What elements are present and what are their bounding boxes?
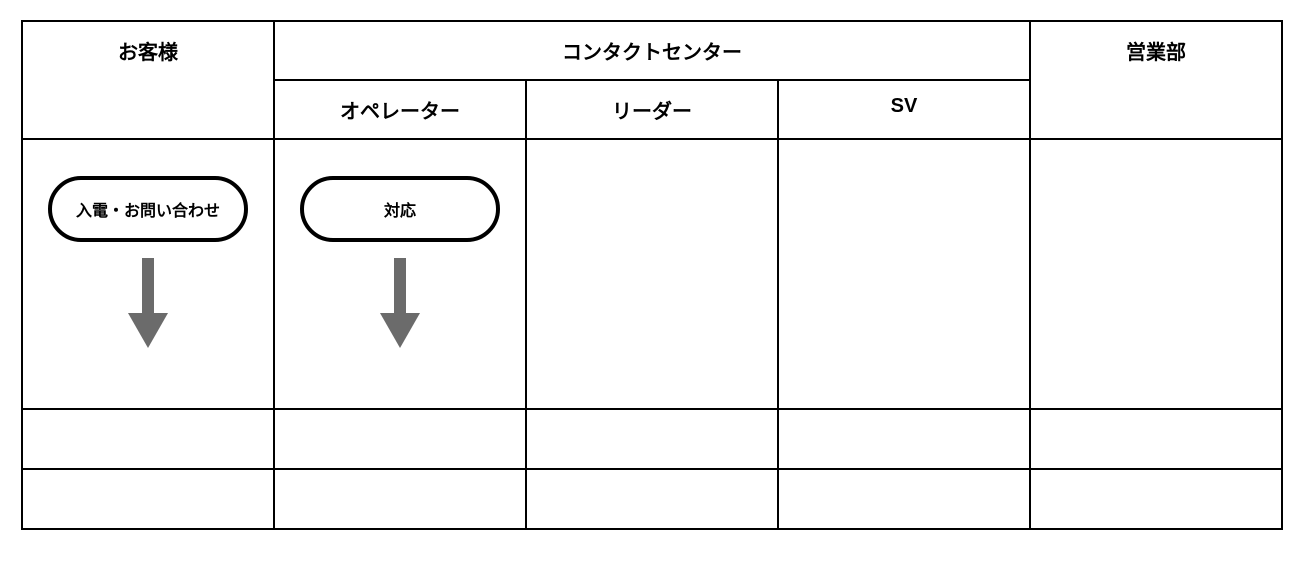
terminator-handle: 対応 — [300, 176, 500, 242]
lane-header-contact-center: コンタクトセンター — [274, 21, 1030, 80]
lane-leader-body — [526, 139, 778, 409]
lane-header-operator: オペレーター — [274, 80, 526, 139]
lane-operator-body: 対応 — [274, 139, 526, 409]
lane-sv-body — [778, 139, 1030, 409]
lane-sales-body — [1030, 139, 1282, 409]
body-row: 入電・お問い合わせ 対応 — [22, 139, 1282, 409]
lane-customer-body: 入電・お問い合わせ — [22, 139, 274, 409]
terminator-incoming-label: 入電・お問い合わせ — [76, 197, 220, 221]
terminator-incoming: 入電・お問い合わせ — [48, 176, 248, 242]
swimlane-diagram: お客様 コンタクトセンター 営業部 オペレーター リーダー SV 入電・お問い合… — [21, 20, 1281, 530]
tail-row — [22, 469, 1282, 529]
arrow-down-icon — [380, 258, 420, 348]
arrow-down-icon — [128, 258, 168, 348]
lane-header-leader: リーダー — [526, 80, 778, 139]
swimlane-table: お客様 コンタクトセンター 営業部 オペレーター リーダー SV 入電・お問い合… — [21, 20, 1283, 530]
terminator-handle-label: 対応 — [384, 197, 416, 221]
header-row-1: お客様 コンタクトセンター 営業部 — [22, 21, 1282, 80]
lane-header-sv: SV — [778, 80, 1030, 139]
spacer-row — [22, 409, 1282, 469]
lane-header-sales: 営業部 — [1030, 21, 1282, 139]
lane-header-customer: お客様 — [22, 21, 274, 139]
